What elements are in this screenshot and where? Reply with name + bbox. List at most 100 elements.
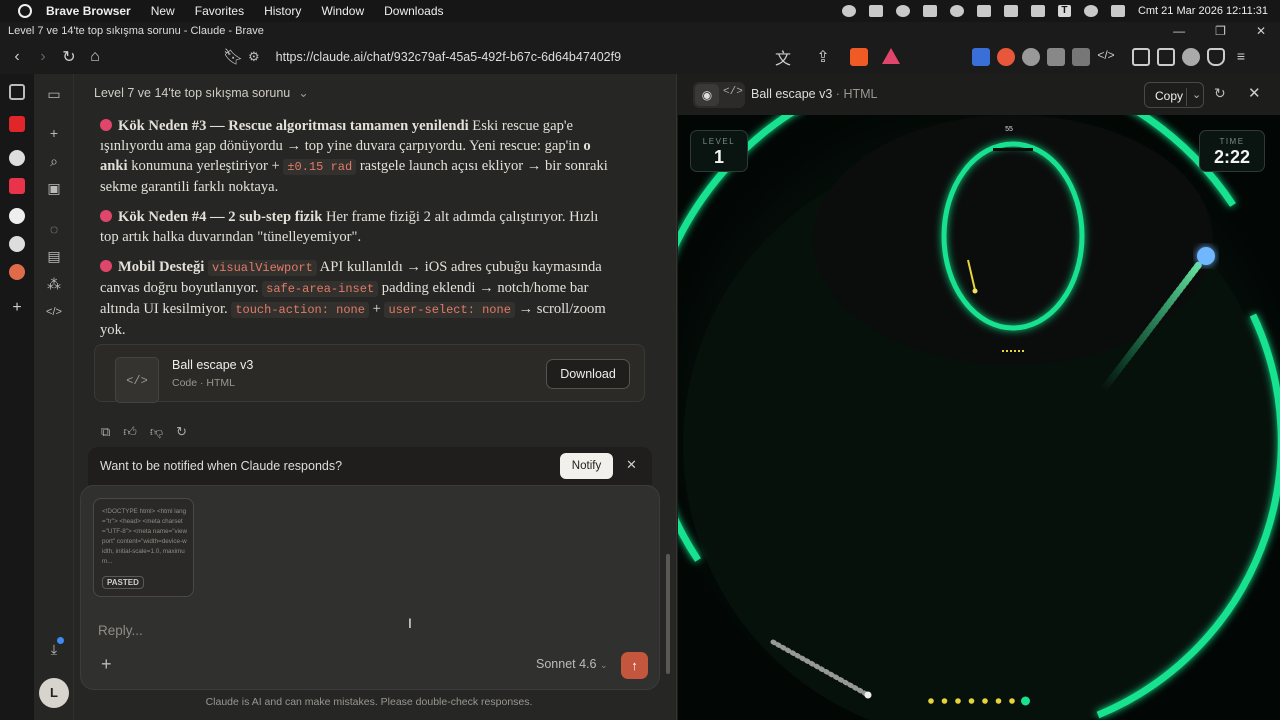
retry-icon[interactable]: ↻ <box>176 424 187 440</box>
paragraph-heading: Mobil Desteği <box>118 259 205 275</box>
claude-icon[interactable] <box>9 264 25 280</box>
vpn-icon[interactable] <box>1207 48 1225 66</box>
brave-shields-icon[interactable] <box>850 48 868 66</box>
scrollbar[interactable] <box>666 554 670 674</box>
model-selector[interactable]: Sonnet 4.6 ⌄ <box>536 657 608 671</box>
time-value: 2:22 <box>1213 147 1251 167</box>
menu-item-history[interactable]: History <box>264 4 301 18</box>
artifacts-icon[interactable]: ⁂ <box>46 276 62 292</box>
display-icon[interactable] <box>976 5 991 17</box>
new-chat-icon[interactable]: + <box>46 125 62 141</box>
chevron-down-icon[interactable]: ⌄ <box>298 86 308 100</box>
refresh-icon[interactable]: ↻ <box>1214 85 1226 102</box>
restore-icon[interactable]: ❐ <box>1215 24 1226 38</box>
chevron-down-icon[interactable]: ⌄ <box>600 660 608 670</box>
chatgpt-icon[interactable] <box>9 208 25 224</box>
pasted-attachment[interactable]: <!DOCTYPE html> <html lang="tr"> <head> … <box>93 498 194 597</box>
model-name[interactable]: Sonnet 4.6 <box>536 657 596 671</box>
thumbs-up-icon[interactable]: 👍︎ <box>123 424 137 440</box>
clock[interactable]: Cmt 21 Mar 2026 12:11:31 <box>1138 5 1268 17</box>
chats-icon[interactable]: ◌ <box>46 221 62 237</box>
menu-app-name[interactable]: Brave Browser <box>46 4 131 18</box>
player-ball <box>1197 247 1215 265</box>
level-hud: LEVEL 1 <box>690 130 748 172</box>
youtube-icon[interactable] <box>9 116 25 132</box>
site-settings-icon[interactable]: ⚙ <box>248 49 260 65</box>
add-attachment-icon[interactable]: + <box>101 654 112 675</box>
add-panel-icon[interactable]: + <box>9 300 25 316</box>
search-icon[interactable] <box>1083 5 1098 17</box>
menu-item-new[interactable]: New <box>151 4 175 18</box>
code-view-icon[interactable]: </> <box>723 86 743 98</box>
eject-icon[interactable] <box>1030 5 1045 17</box>
thumbs-down-icon[interactable]: 👎︎ <box>150 424 163 440</box>
view-toggle[interactable]: ◉ </> <box>693 82 745 108</box>
devtools-icon[interactable]: </> <box>1097 48 1115 66</box>
menu-item-favorites[interactable]: Favorites <box>195 4 244 18</box>
extensions-puzzle-icon[interactable] <box>1047 48 1065 66</box>
chat-title[interactable]: Level 7 ve 14'te top sıkışma sorunu ⌄ <box>94 85 309 100</box>
copy-icon[interactable]: ⧉ <box>101 424 110 440</box>
browser-sidebar: + <box>0 74 34 720</box>
close-window-icon[interactable]: ✕ <box>1256 24 1266 38</box>
game-scene[interactable]: 55 <box>678 115 1280 720</box>
screenshot-icon[interactable] <box>1072 48 1090 66</box>
cloud-icon[interactable] <box>841 5 856 17</box>
wifi-icon[interactable] <box>949 5 964 17</box>
ball-indicator <box>982 698 988 704</box>
text-input-icon[interactable]: T <box>1057 5 1071 17</box>
download-button[interactable]: Download <box>546 359 630 389</box>
sidebar-panel-icon[interactable] <box>9 84 25 100</box>
back-icon[interactable]: ‹ <box>4 44 30 70</box>
bookmark-icon[interactable]: 🔖︎ <box>220 44 246 70</box>
close-icon[interactable]: ✕ <box>626 457 637 473</box>
leo-ai-icon[interactable] <box>1182 48 1200 66</box>
menu-item-downloads[interactable]: Downloads <box>384 4 443 18</box>
paragraph-text: konumuna yerleştiriyor + <box>127 158 284 174</box>
sidebar-toggle-icon[interactable] <box>1132 48 1150 66</box>
reload-icon[interactable]: ↻ <box>56 44 82 70</box>
translate-extension-icon[interactable] <box>972 48 990 66</box>
home-icon[interactable]: ⌂ <box>82 44 108 70</box>
apple-icon[interactable] <box>18 4 32 18</box>
github-icon[interactable] <box>9 236 25 252</box>
reply-input[interactable]: Reply... <box>98 623 143 638</box>
control-center-icon[interactable] <box>1110 5 1125 17</box>
inline-code: touch-action: none <box>231 302 369 318</box>
projects-icon[interactable]: ▣ <box>46 180 62 196</box>
muted-icon[interactable] <box>9 150 25 166</box>
preview-eye-icon[interactable]: ◉ <box>695 84 719 106</box>
code-icon[interactable]: </> <box>46 304 62 320</box>
tool-icon[interactable] <box>922 5 937 17</box>
search-chats-icon[interactable]: ⌕ <box>46 153 62 169</box>
menu-icon[interactable]: ≡ <box>1232 48 1250 66</box>
artifact-card[interactable]: </> Ball escape v3 Code · HTML Download <box>94 344 645 403</box>
wallet-icon[interactable] <box>1157 48 1175 66</box>
minimize-icon[interactable]: — <box>1173 24 1185 38</box>
forward-icon[interactable]: › <box>30 44 56 70</box>
copy-button[interactable]: Copy ⌄ <box>1144 82 1204 108</box>
menu-item-window[interactable]: Window <box>321 4 364 18</box>
close-panel-icon[interactable]: ✕ <box>1248 84 1261 102</box>
url-text[interactable]: https://claude.ai/chat/932c79af-45a5-492… <box>276 50 621 64</box>
extension-icon[interactable] <box>997 48 1015 66</box>
translate-icon[interactable]: 文 <box>770 44 796 70</box>
status-app-icon[interactable] <box>868 5 883 17</box>
game-canvas[interactable]: 55 LEVEL 1 TIME 2:22 <box>678 115 1280 720</box>
brave-rewards-icon[interactable] <box>882 48 900 64</box>
battery-icon[interactable] <box>1003 5 1018 17</box>
chat-area: Level 7 ve 14'te top sıkışma sorunu ⌄ Kök… <box>74 74 676 720</box>
send-button[interactable]: ↑ <box>621 652 648 679</box>
avatar[interactable]: L <box>39 678 69 708</box>
chevron-down-icon[interactable]: ⌄ <box>1186 88 1201 106</box>
microphone-icon[interactable] <box>895 5 910 17</box>
notify-button[interactable]: Notify <box>560 453 613 479</box>
artifact-title: Ball escape v3 · HTML <box>751 87 878 101</box>
toggle-sidebar-icon[interactable]: ▭ <box>46 86 62 102</box>
pocket-icon[interactable] <box>9 178 25 194</box>
share-icon[interactable]: ⇪ <box>810 44 836 70</box>
chat-title-text[interactable]: Level 7 ve 14'te top sıkışma sorunu <box>94 86 290 100</box>
copy-label[interactable]: Copy <box>1155 89 1183 103</box>
archive-icon[interactable]: ▤ <box>46 248 62 264</box>
globe-icon[interactable] <box>1022 48 1040 66</box>
